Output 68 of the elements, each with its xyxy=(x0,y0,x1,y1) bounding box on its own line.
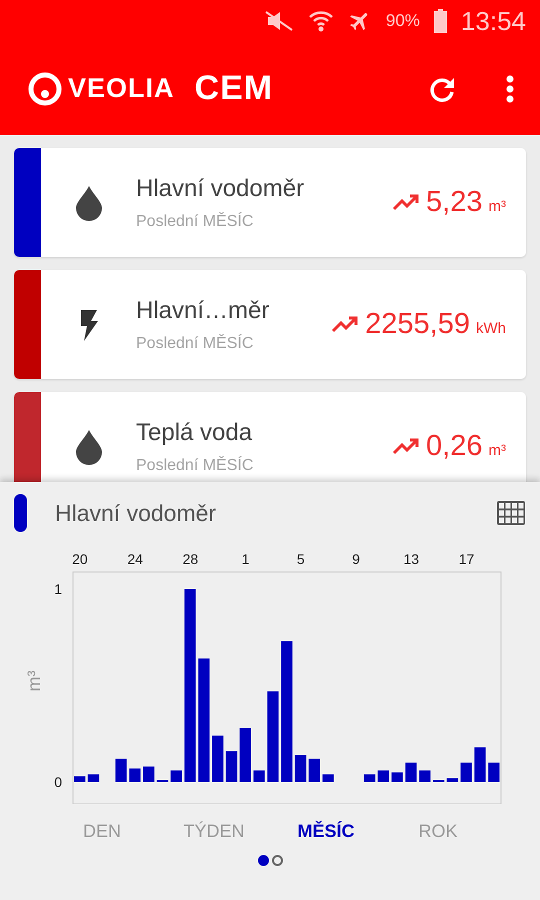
x-tick-label: 13 xyxy=(403,551,420,567)
wifi-icon xyxy=(308,9,334,33)
meter-title: Hlavní…měr xyxy=(136,296,270,324)
water-drop-icon xyxy=(74,428,102,464)
page-indicator-dot[interactable] xyxy=(258,855,268,866)
meter-unit: m³ xyxy=(488,442,506,459)
chart-bar xyxy=(460,762,472,782)
more-menu-icon[interactable] xyxy=(506,74,514,102)
meter-period: Poslední MĚSÍC xyxy=(136,456,254,474)
chart-bar xyxy=(364,774,376,782)
chart-bar xyxy=(129,768,141,782)
meter-title: Teplá voda xyxy=(136,418,254,446)
meter-period: Poslední MĚSÍC xyxy=(136,334,254,352)
chart-bar xyxy=(474,747,486,782)
trend-up-icon xyxy=(392,437,420,455)
chart-bar xyxy=(378,770,390,782)
chart-bar xyxy=(212,736,224,782)
meter-card[interactable]: Hlavní…měr Poslední MĚSÍC 2255,59 kWh xyxy=(14,270,526,379)
y-tick-label: 0 xyxy=(54,774,62,790)
meter-card[interactable]: Hlavní vodoměr Poslední MĚSÍC 5,23 m³ xyxy=(14,148,526,257)
chart-bar xyxy=(322,774,334,782)
meter-unit: kWh xyxy=(476,320,506,337)
chart-bar xyxy=(115,758,127,782)
clock: 13:54 xyxy=(460,6,526,36)
chart-bar xyxy=(143,766,154,782)
meter-period: Poslední MĚSÍC xyxy=(136,212,254,230)
meter-value: 5,23 xyxy=(426,186,482,219)
battery-icon xyxy=(434,9,447,33)
x-tick-label: 17 xyxy=(458,551,474,567)
x-tick-label: 9 xyxy=(352,551,360,567)
y-tick-label: 1 xyxy=(54,581,62,597)
chart-bar xyxy=(240,728,251,782)
trend-up-icon xyxy=(392,193,420,211)
chart-bar xyxy=(226,751,238,782)
chart-bar xyxy=(392,772,403,782)
meter-title: Hlavní vodoměr xyxy=(136,174,306,202)
chart-bar xyxy=(253,770,265,782)
period-tab[interactable]: MĚSÍC xyxy=(270,820,382,843)
y-axis-label: m³ xyxy=(24,670,44,692)
meter-card[interactable]: Teplá voda Poslední MĚSÍC 0,26 m³ xyxy=(14,392,526,482)
logo-secondary-text: CEM xyxy=(194,69,274,108)
chart-bar xyxy=(170,770,182,782)
lightning-icon xyxy=(78,308,98,342)
chart-bar xyxy=(405,762,417,782)
chart-bar xyxy=(308,758,320,782)
logo-text: VEOLIA xyxy=(68,73,175,104)
water-drop-icon xyxy=(74,184,102,220)
battery-percent: 90% xyxy=(386,11,420,31)
chart-bar xyxy=(419,770,430,782)
x-tick-label: 24 xyxy=(127,551,143,567)
meter-unit: m³ xyxy=(488,198,506,215)
x-tick-label: 28 xyxy=(182,551,198,567)
x-tick-label: 1 xyxy=(242,551,250,567)
chart-bar xyxy=(294,754,306,782)
mute-icon xyxy=(264,10,294,32)
chart-bar xyxy=(446,778,458,782)
table-icon[interactable] xyxy=(496,500,526,526)
page-indicator-dot[interactable] xyxy=(272,855,282,866)
x-tick-label: 20 xyxy=(72,551,88,567)
trend-up-icon xyxy=(331,315,360,333)
chart-bar xyxy=(88,774,100,782)
meter-value: 0,26 xyxy=(426,430,482,463)
logo-icon xyxy=(28,72,62,106)
chart-bar xyxy=(488,762,500,782)
chart-title: Hlavní vodoměr xyxy=(55,500,218,526)
meter-value: 2255,59 xyxy=(365,308,470,341)
chart-bar xyxy=(74,776,86,782)
x-tick-label: 5 xyxy=(296,551,305,567)
